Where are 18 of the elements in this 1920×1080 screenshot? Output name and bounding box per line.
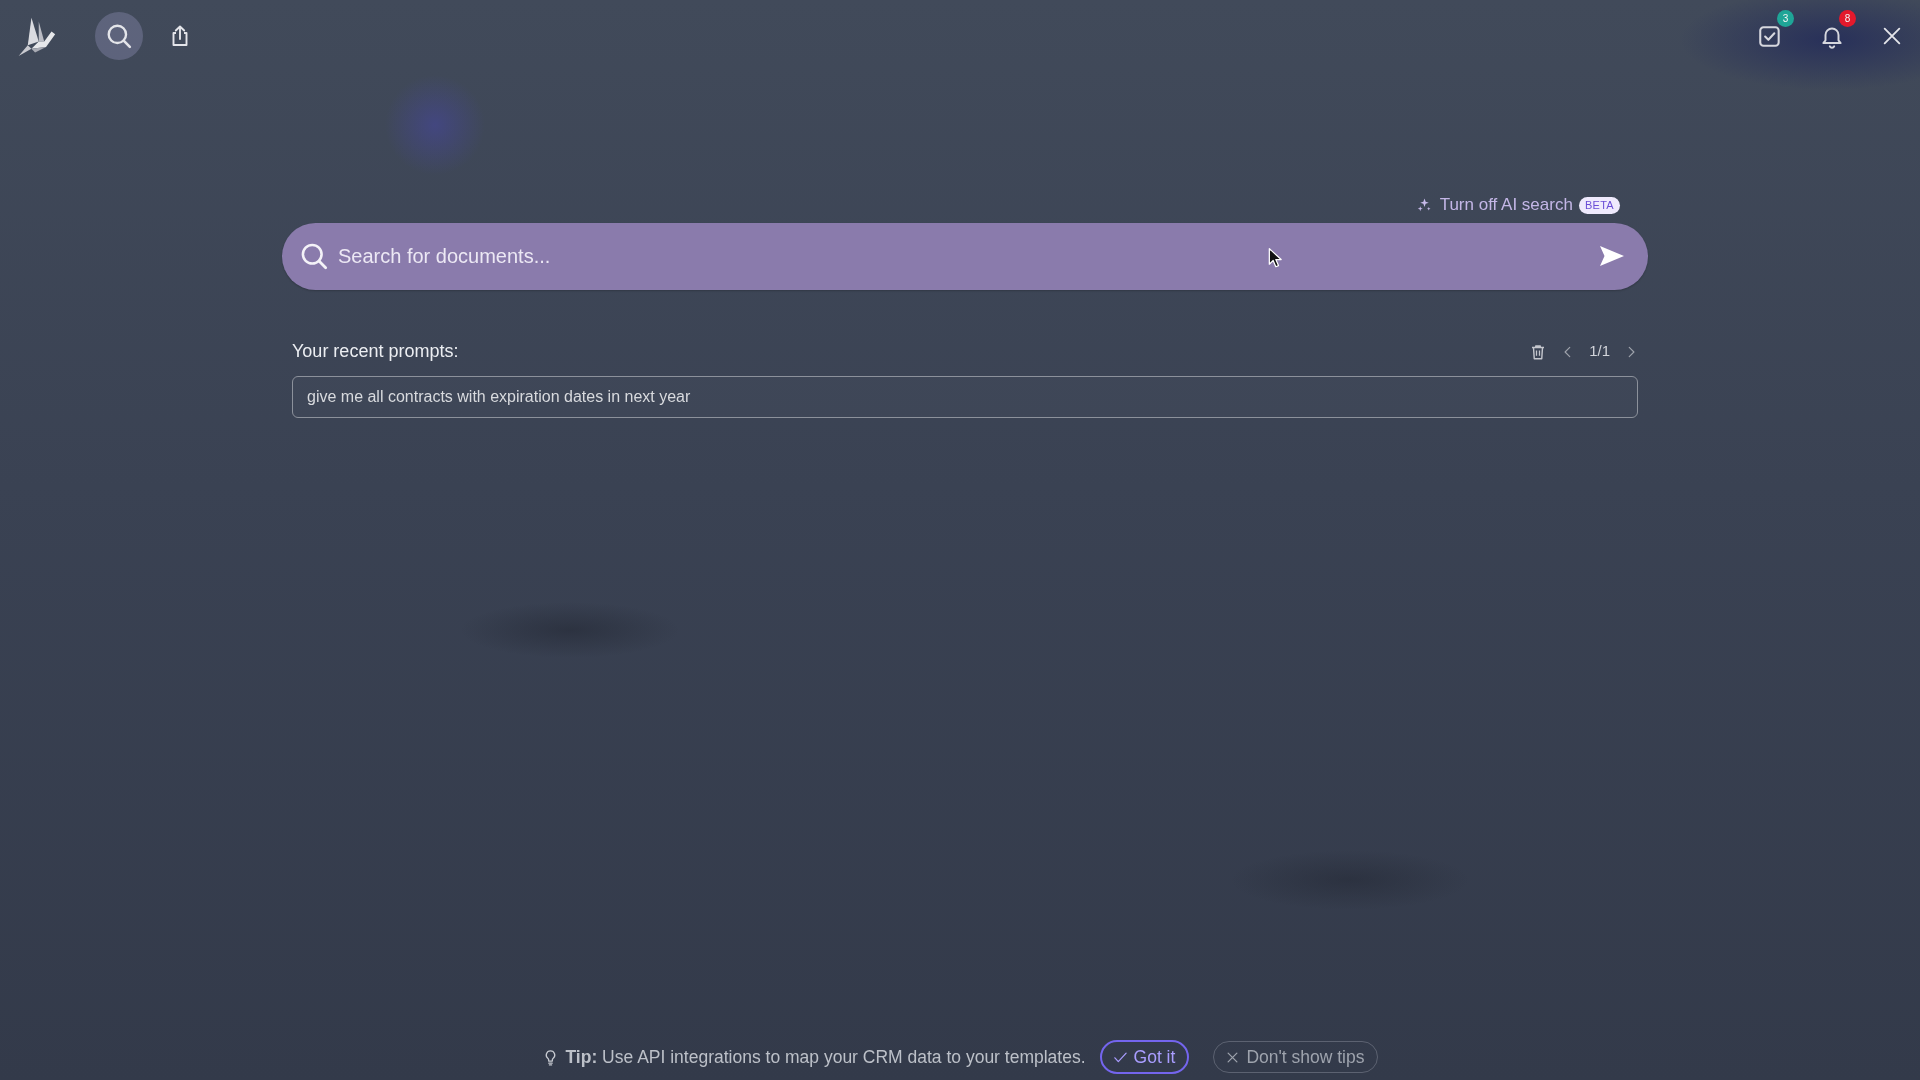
search-button[interactable] — [95, 12, 143, 60]
page-counter: 1/1 — [1589, 341, 1610, 362]
search-icon — [106, 23, 132, 49]
checkbox-icon — [1757, 23, 1783, 49]
send-button[interactable] — [1598, 244, 1626, 268]
send-icon — [1598, 244, 1626, 268]
tip-text: Tip: Use API integrations to map your CRM data to your templates. — [565, 1045, 1086, 1069]
beta-badge: BETA — [1578, 196, 1620, 214]
close-icon — [1881, 25, 1903, 47]
search-field[interactable]: Search for documents... — [282, 223, 1648, 290]
ai-search-toggle[interactable]: Turn off AI search — [1415, 192, 1573, 218]
recent-prompt-item[interactable]: give me all contracts with expiration dates in next year — [292, 376, 1638, 418]
cursor-icon — [1268, 246, 1284, 270]
search-icon — [300, 242, 328, 270]
count-badge: 3 — [1777, 10, 1794, 27]
got-it-button[interactable]: Got it — [1099, 1040, 1190, 1074]
count-badge: 8 — [1839, 10, 1856, 27]
recent-prompts-title: Your recent prompts: — [292, 340, 459, 363]
